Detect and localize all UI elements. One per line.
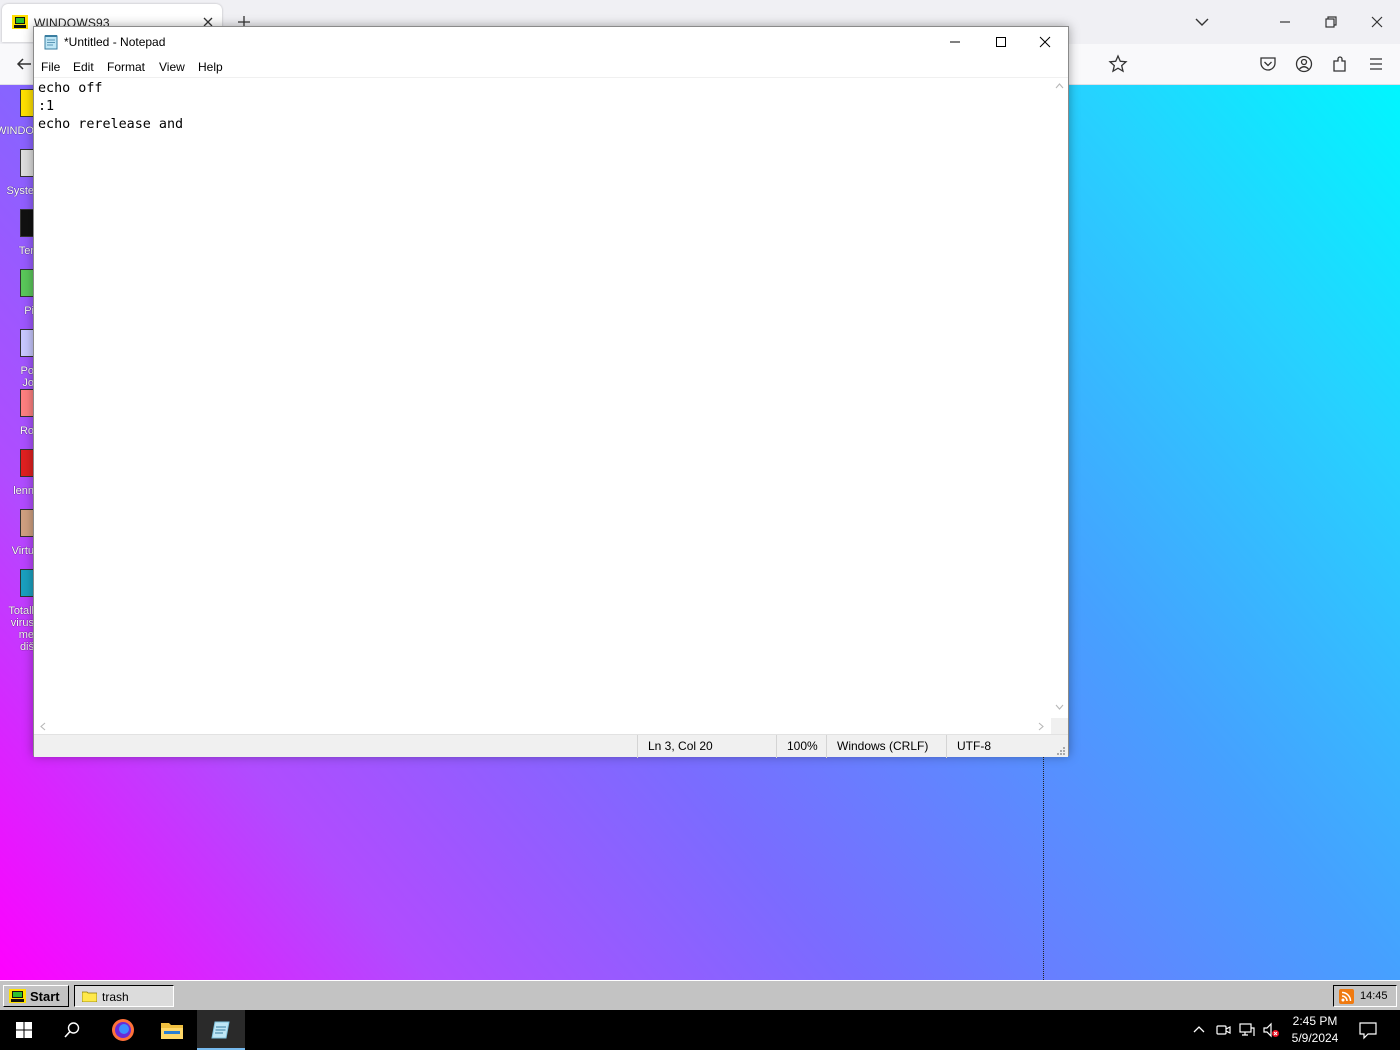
- menu-file[interactable]: File: [41, 60, 60, 74]
- taskbar-firefox[interactable]: [99, 1010, 147, 1050]
- network-icon[interactable]: [1238, 1021, 1256, 1039]
- firefox-icon: [112, 1019, 134, 1041]
- bookmark-star-icon[interactable]: [1108, 54, 1128, 74]
- w93-tray: 14:45: [1333, 985, 1397, 1007]
- clock-date: 5/9/2024: [1291, 1031, 1339, 1045]
- minimize-icon[interactable]: [1275, 12, 1295, 32]
- status-line-ending: Windows (CRLF): [826, 735, 946, 758]
- chevron-up-icon[interactable]: [1190, 1021, 1208, 1039]
- desktop-icon-label: Virtu: [11, 545, 34, 557]
- w93-taskbar: Start trash 14:45: [0, 980, 1400, 1010]
- taskbar-clock[interactable]: 2:45 PM 5/9/2024: [1284, 1013, 1346, 1047]
- account-icon[interactable]: [1294, 54, 1314, 74]
- desktop-icon-label: WINDO: [0, 125, 34, 137]
- desktop-icon-label: Ro: [19, 425, 34, 437]
- search-icon: [64, 1022, 80, 1038]
- desktop-icon-label: Ter: [18, 245, 34, 257]
- desktop-icon-label: Totall virus me diš: [8, 605, 34, 653]
- pocket-icon[interactable]: [1258, 54, 1278, 74]
- windows-logo-icon: [16, 1022, 32, 1038]
- windows93-logo-icon: [9, 989, 26, 1003]
- w93-start-button[interactable]: Start: [3, 985, 69, 1007]
- windows93-logo-icon: [12, 15, 28, 29]
- notepad-status-bar: Ln 3, Col 20 100% Windows (CRLF) UTF-8: [34, 734, 1068, 758]
- scroll-right-icon[interactable]: [1038, 722, 1045, 731]
- folder-icon: [161, 1023, 183, 1039]
- menu-format[interactable]: Format: [107, 60, 145, 74]
- dotted-guide-line: [1043, 755, 1044, 980]
- windows-start-button[interactable]: [0, 1010, 48, 1050]
- notepad-text-area[interactable]: echo off :1 echo rerelease and: [38, 80, 1048, 716]
- windows-taskbar: 2:45 PM 5/9/2024: [0, 1010, 1400, 1050]
- notepad-title-bar[interactable]: *Untitled - Notepad: [34, 27, 1068, 57]
- notepad-window: *Untitled - Notepad File Edit Format Vie…: [33, 26, 1069, 758]
- notepad-title: *Untitled - Notepad: [64, 35, 166, 49]
- notepad-icon: [44, 35, 58, 50]
- scrollbar-corner: [1051, 718, 1068, 735]
- taskbar-search-button[interactable]: [48, 1010, 96, 1050]
- scroll-up-icon[interactable]: [1055, 82, 1064, 89]
- notepad-icon: [211, 1021, 230, 1039]
- scroll-down-icon[interactable]: [1055, 704, 1064, 711]
- close-icon[interactable]: [1367, 12, 1387, 32]
- desktop-icon-label: lenn: [13, 485, 34, 497]
- status-zoom: 100%: [776, 735, 826, 758]
- chevron-down-icon[interactable]: [1194, 15, 1210, 29]
- resize-grip-icon[interactable]: [1056, 746, 1066, 756]
- notepad-menu-bar: File Edit Format View Help: [34, 57, 1068, 77]
- meet-now-icon[interactable]: [1214, 1021, 1232, 1039]
- maximize-icon: [996, 37, 1006, 47]
- menu-view[interactable]: View: [159, 60, 185, 74]
- volume-muted-icon[interactable]: [1262, 1021, 1280, 1039]
- taskbar-file-explorer[interactable]: [148, 1010, 196, 1050]
- close-icon: [1039, 36, 1051, 48]
- status-encoding: UTF-8: [946, 735, 1056, 758]
- hamburger-menu-icon[interactable]: [1366, 54, 1386, 74]
- notifications-icon[interactable]: [1358, 1020, 1378, 1040]
- vertical-scrollbar[interactable]: [1051, 78, 1068, 718]
- restore-icon[interactable]: [1321, 12, 1341, 32]
- clock-time: 2:45 PM: [1292, 1014, 1338, 1028]
- task-label: trash: [102, 990, 129, 1004]
- taskbar-notepad[interactable]: [197, 1010, 245, 1050]
- w93-tray-time: 14:45: [1360, 990, 1388, 1002]
- notepad-minimize-button[interactable]: [932, 27, 978, 57]
- minimize-icon: [950, 41, 960, 43]
- w93-task-trash[interactable]: trash: [74, 985, 174, 1007]
- notepad-close-button[interactable]: [1022, 27, 1068, 57]
- menu-edit[interactable]: Edit: [73, 60, 94, 74]
- horizontal-scrollbar[interactable]: [34, 718, 1051, 735]
- scroll-left-icon[interactable]: [39, 722, 46, 731]
- status-cursor-position: Ln 3, Col 20: [637, 735, 776, 758]
- back-arrow-icon[interactable]: [14, 54, 34, 74]
- desktop-icon-label: Syste: [6, 185, 34, 197]
- notepad-editor: echo off :1 echo rerelease and Ln 3, Col…: [34, 77, 1068, 758]
- extensions-icon[interactable]: [1330, 54, 1350, 74]
- start-label: Start: [30, 989, 60, 1004]
- folder-icon: [82, 991, 97, 1002]
- notepad-maximize-button[interactable]: [978, 27, 1024, 57]
- menu-help[interactable]: Help: [198, 60, 223, 74]
- rss-icon[interactable]: [1339, 989, 1354, 1004]
